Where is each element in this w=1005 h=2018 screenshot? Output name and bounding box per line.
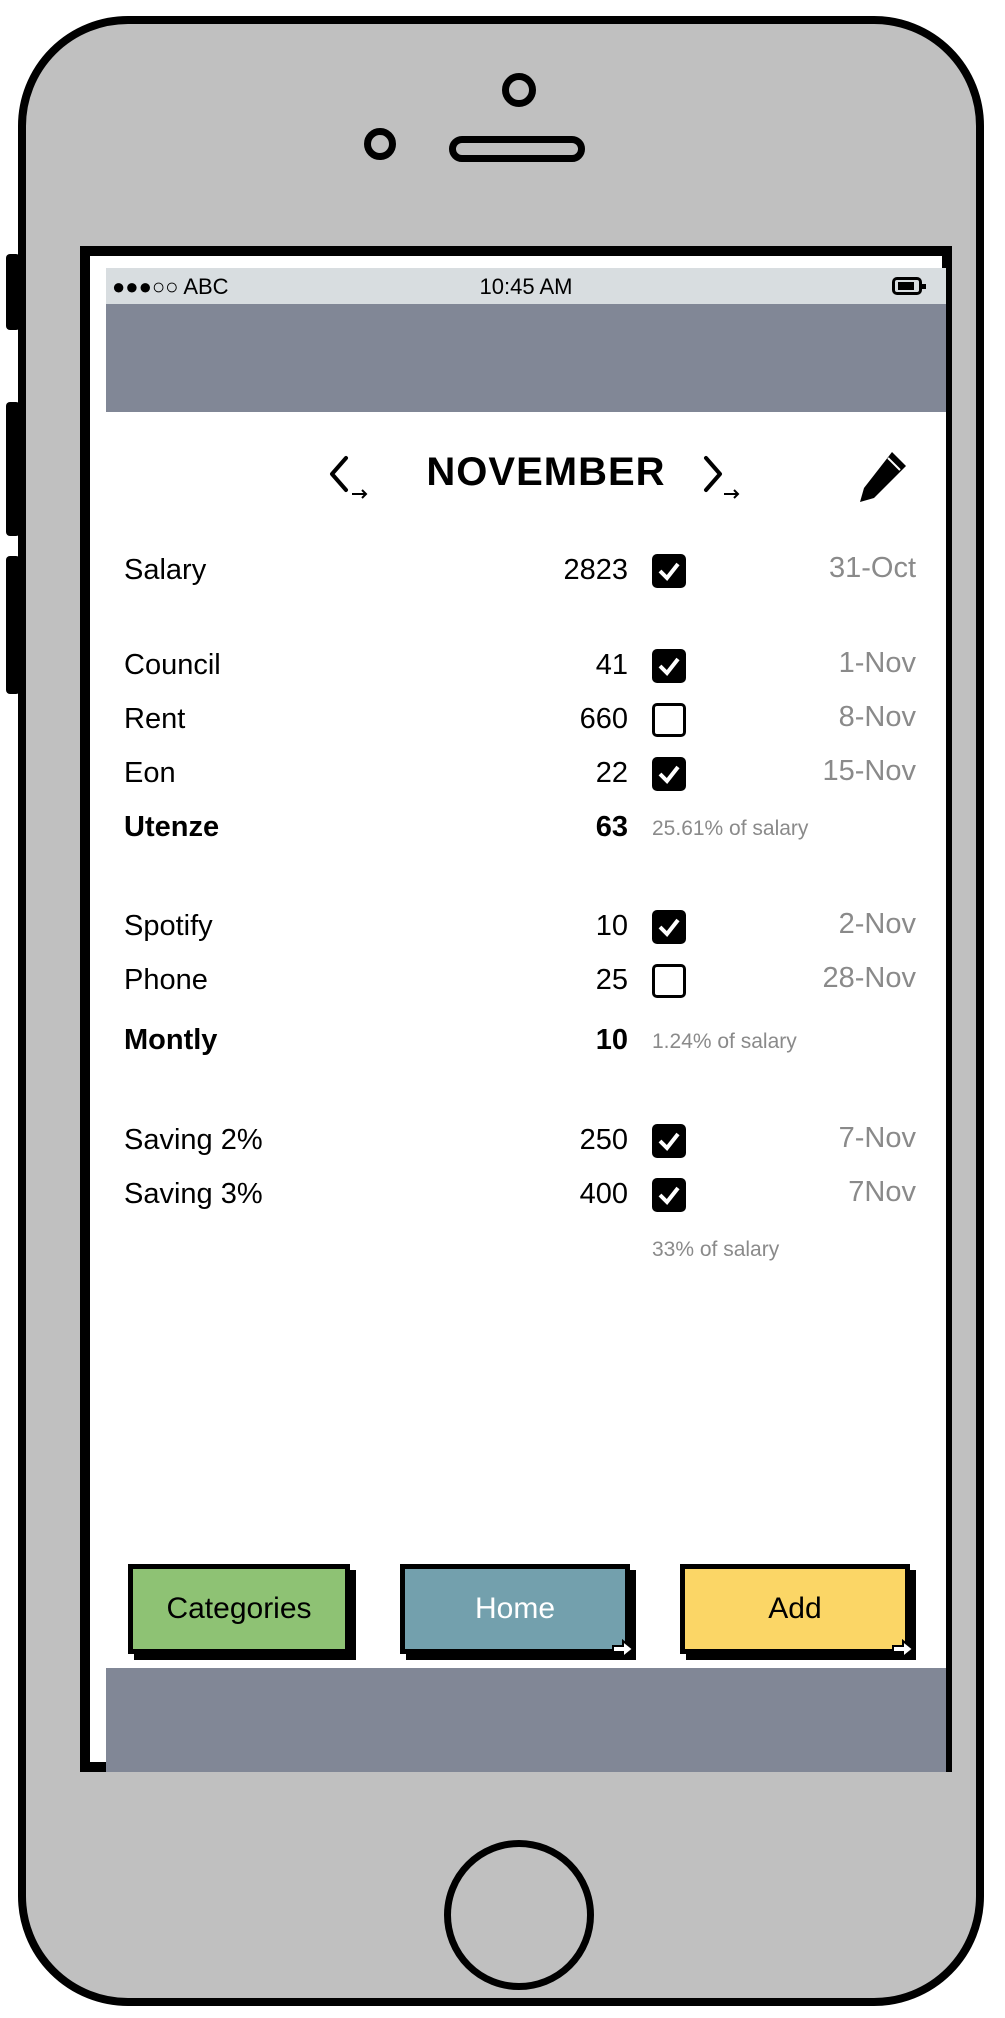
list-item-salary: Salary 2823 31-Oct (106, 548, 946, 598)
list-item-spotify: Spotify 10 2-Nov (106, 904, 946, 954)
item-amount: 10 (595, 910, 628, 942)
pencil-icon (860, 452, 906, 502)
item-label: Saving 3% (124, 1178, 263, 1210)
item-amount: 2823 (563, 554, 628, 586)
group-total-savings: 33% of salary (106, 1226, 946, 1276)
paid-checkbox[interactable] (652, 1124, 686, 1158)
total-label: Utenze (124, 811, 220, 843)
add-button[interactable]: Add (680, 1564, 915, 1659)
checkmark-icon (658, 562, 680, 582)
item-date: 28-Nov (822, 962, 917, 994)
prev-month-button[interactable] (322, 446, 382, 506)
front-sensor (364, 128, 396, 160)
item-amount: 22 (595, 757, 628, 789)
paid-checkbox[interactable] (652, 964, 686, 998)
home-button-label: Home (474, 1592, 556, 1625)
next-month-button[interactable] (696, 446, 756, 506)
item-amount: 250 (579, 1124, 628, 1156)
categories-button[interactable]: Categories (128, 1564, 350, 1654)
item-label: Phone (124, 964, 208, 996)
home-hardware-button[interactable] (444, 1840, 594, 1990)
item-date: 2-Nov (838, 908, 916, 940)
item-amount: 660 (579, 703, 628, 735)
side-button-mute (6, 254, 20, 330)
screen: ●●●○○ ABC 10:45 AM NOVEMBER Salary 2823 … (80, 246, 952, 1772)
total-amount: 63 (595, 811, 628, 843)
paid-checkbox[interactable] (652, 1178, 686, 1212)
item-date: 8-Nov (838, 701, 916, 733)
checkmark-icon (658, 1132, 680, 1152)
side-button-volume-down (6, 556, 20, 694)
add-button-label: Add (768, 1592, 822, 1625)
edit-button[interactable] (852, 446, 912, 506)
paid-checkbox[interactable] (652, 910, 686, 944)
checkmark-icon (658, 657, 680, 677)
speaker-grill (449, 136, 585, 162)
battery-icon (892, 277, 926, 295)
item-date: 15-Nov (822, 755, 917, 787)
item-date: 1-Nov (838, 647, 916, 679)
month-navigator: NOVEMBER (106, 446, 946, 516)
checkmark-icon (658, 918, 680, 938)
screen-content: ●●●○○ ABC 10:45 AM NOVEMBER Salary 2823 … (106, 268, 946, 1772)
group-total-montly: Montly 10 1.24% of salary (106, 1018, 946, 1068)
salary-percentage: 33% of salary (652, 1238, 780, 1261)
list-item-saving-3: Saving 3% 400 7Nov (106, 1172, 946, 1222)
item-label: Salary (124, 554, 207, 586)
item-label: Council (124, 649, 221, 681)
checkmark-icon (658, 765, 680, 785)
footer-band (106, 1668, 946, 1772)
status-time: 10:45 AM (479, 274, 573, 299)
list-item-eon: Eon 22 15-Nov (106, 751, 946, 801)
checkmark-icon (658, 1186, 680, 1206)
item-date: 31-Oct (828, 552, 916, 584)
categories-button-label: Categories (166, 1592, 312, 1625)
item-amount: 25 (595, 964, 628, 996)
link-arrow-icon (892, 1639, 915, 1659)
total-amount: 10 (595, 1024, 628, 1056)
salary-percentage: 1.24% of salary (652, 1030, 797, 1053)
paid-checkbox[interactable] (652, 649, 686, 683)
chevron-right-icon (704, 456, 740, 499)
item-amount: 400 (579, 1178, 628, 1210)
item-amount: 41 (595, 649, 628, 681)
paid-checkbox[interactable] (652, 757, 686, 791)
item-label: Rent (124, 703, 186, 735)
camera (502, 73, 536, 107)
item-date: 7Nov (848, 1176, 916, 1208)
item-label: Spotify (124, 910, 213, 942)
item-date: 7-Nov (838, 1122, 916, 1154)
item-label: Eon (124, 757, 176, 789)
paid-checkbox[interactable] (652, 554, 686, 588)
header-band (106, 304, 946, 412)
list-item-rent: Rent 660 8-Nov (106, 697, 946, 747)
home-button[interactable]: Home (400, 1564, 635, 1659)
item-label: Saving 2% (124, 1124, 263, 1156)
group-total-utenze: Utenze 63 25.61% of salary (106, 805, 946, 855)
side-button-volume-up (6, 402, 20, 536)
total-label: Montly (124, 1024, 218, 1056)
status-bar: ●●●○○ ABC 10:45 AM (106, 268, 946, 304)
link-arrow-icon (612, 1639, 635, 1659)
salary-percentage: 25.61% of salary (652, 817, 809, 840)
paid-checkbox[interactable] (652, 703, 686, 737)
chevron-left-icon (330, 456, 368, 499)
month-title: NOVEMBER (426, 450, 666, 494)
list-item-council: Council 41 1-Nov (106, 643, 946, 693)
list-item-phone: Phone 25 28-Nov (106, 958, 946, 1008)
list-item-saving-2: Saving 2% 250 7-Nov (106, 1118, 946, 1168)
